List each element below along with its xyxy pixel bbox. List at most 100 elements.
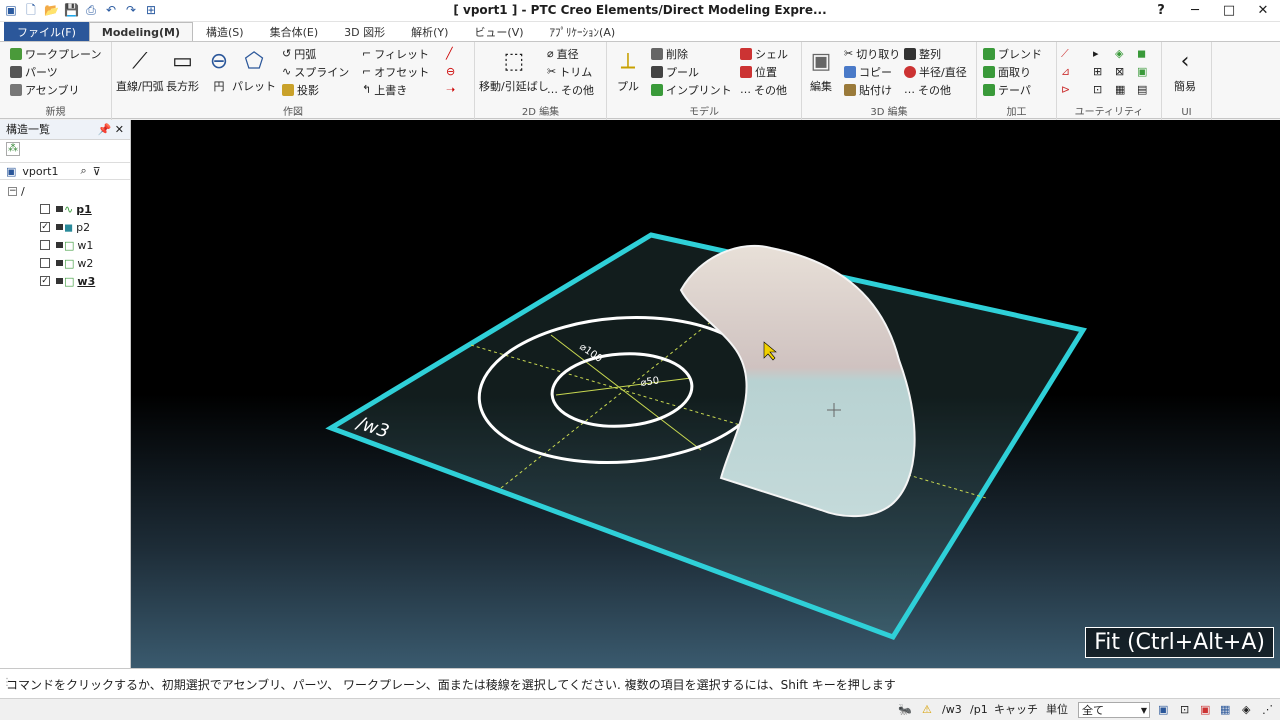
visibility-checkbox[interactable]: ✓ [40,276,50,286]
projection-button[interactable]: 投影 [282,81,319,98]
tree-root[interactable]: − / [8,182,25,200]
3d-viewport[interactable]: ⌀100 ⌀50 /w3 Fit (Ctrl+Alt+A) [131,120,1280,668]
rectangle-icon: ▭ [172,48,193,74]
active-part[interactable]: /p1 [970,702,988,718]
palette-button[interactable]: ⬠ パレット [232,46,276,94]
arc-button[interactable]: ↺ 円弧 [282,45,316,62]
viewport-canvas[interactable]: ⌀100 ⌀50 /w3 [131,120,1280,668]
align-button[interactable]: 整列 [904,45,941,62]
util-grid-button[interactable]: ▦ [1115,81,1125,98]
filter-icon[interactable]: ⊽ [93,165,101,178]
tab-3d-shape[interactable]: 3D 図形 [331,22,398,41]
rectangle-button[interactable]: ▭ 長方形 [166,46,199,94]
record-icon[interactable]: ▣ [1200,702,1210,718]
tab-assembly[interactable]: 集合体(E) [257,22,332,41]
util-mirror-button[interactable]: ⊠ [1115,63,1124,80]
trim-button[interactable]: ✂ トリム [547,63,592,80]
util-point-button[interactable]: ⊳ [1061,81,1070,98]
move-stretch-button[interactable]: ⬚ 移動/引延ばし [479,46,549,94]
expand-icon[interactable]: − [8,186,17,196]
tree-item-p2[interactable]: ✓ ◼ p2 [40,218,90,236]
pool-button[interactable]: プール [651,63,699,80]
util-render-button[interactable]: ◼ [1137,45,1146,62]
overwrite-button[interactable]: ↰ 上書き [362,81,407,98]
tab-view[interactable]: ビュー(V) [461,22,536,41]
imprint-button[interactable]: インプリント [651,81,732,98]
blend-button[interactable]: ブレンド [983,45,1042,62]
util-clear-button[interactable]: ⊡ [1093,81,1102,98]
tree-item-w1[interactable]: □ w1 [40,236,93,254]
active-workplane[interactable]: /w3 [942,702,962,718]
group-title: 加工 [1006,107,1027,118]
tab-analysis[interactable]: 解析(Y) [398,22,461,41]
circle-tool-button[interactable]: ⊖ [446,63,455,80]
tab-modeling[interactable]: Modeling(M) [88,22,194,41]
catch-button[interactable]: キャッチ [994,702,1038,718]
workplane-button[interactable]: ワークプレーン [10,45,101,62]
edit-cube-icon: ▣ [810,48,832,74]
other-2d-button[interactable]: … その他 [547,81,594,98]
position-button[interactable]: 位置 [740,63,777,80]
binoculars-icon[interactable]: ⌕ [80,164,86,178]
radius-diameter-button[interactable]: 半径/直径 [904,63,967,80]
diameter-icon: ⌀ [547,47,554,60]
assembly-icon [10,83,22,96]
close-button[interactable]: ✕ [1246,0,1280,22]
panel-close-icon[interactable]: 📌 ✕ [98,120,124,140]
offset-button[interactable]: ⌐ オフセット [362,63,429,80]
util-shade-button[interactable]: ▣ [1137,63,1147,80]
util-measure-button[interactable]: ⟋ [1061,45,1069,62]
shade-icon: ▣ [1137,65,1148,78]
copy-button[interactable]: コピー [844,63,892,80]
unit-button[interactable]: 単位 [1046,702,1068,718]
simple-button[interactable]: ‹ 簡易 [1170,46,1200,94]
vport-selector[interactable]: ▣ vport1 ⌕ ⊽ [0,162,130,180]
select-filter-dropdown[interactable]: 全て ▼ [1078,702,1150,718]
line-arc-button[interactable]: ⟋ 直線/円弧 [116,46,164,94]
visibility-checkbox[interactable] [40,204,50,214]
delete-button[interactable]: 削除 [651,45,688,62]
util-select-button[interactable]: ▸ [1093,45,1099,62]
offset-icon: ⌐ [362,65,372,78]
visibility-checkbox[interactable]: ✓ [40,222,50,232]
point-tool-button[interactable]: ➝ [446,81,455,98]
paste-button[interactable]: 貼付け [844,81,892,98]
root-icon: / [21,184,25,198]
util-query-button[interactable]: ⊞ [1093,63,1102,80]
util-color-button[interactable]: ◈ [1115,45,1123,62]
fit-icon[interactable]: ⊡ [1180,702,1189,718]
part-button[interactable]: パーツ [10,63,58,80]
spline-button[interactable]: ∿ スプライン [282,63,349,80]
assembly-button[interactable]: アセンブリ [10,81,79,98]
tab-structure[interactable]: 構造(S) [193,22,257,41]
util-table-button[interactable]: ▤ [1137,81,1147,98]
diameter-button[interactable]: ⌀ 直径 [547,45,579,62]
tree-item-w3[interactable]: ✓ □ w3 [40,272,95,290]
minimize-button[interactable]: ─ [1178,0,1212,22]
settings-icon[interactable]: ◈ [1242,702,1250,718]
help-icon[interactable]: ? [1144,0,1178,22]
tree-item-w2[interactable]: □ w2 [40,254,93,272]
pentagon-icon: ⬠ [244,48,264,74]
chamfer-button[interactable]: 面取り [983,63,1031,80]
edit-button[interactable]: ▣ 編集 [806,46,836,94]
maximize-button[interactable]: □ [1212,0,1246,22]
tree-item-p1[interactable]: ∿ p1 [40,200,92,218]
shell-button[interactable]: シェル [740,45,788,62]
visibility-checkbox[interactable] [40,240,50,250]
toggle-icon[interactable]: ▦ [1220,702,1230,718]
circle-button[interactable]: ⊖ 円 [204,46,234,94]
fillet-button[interactable]: ⌐ フィレット [362,45,429,62]
tree-tab-icon[interactable]: ⁂ [6,142,20,156]
util-axis-button[interactable]: ⊿ [1061,63,1070,80]
other-3d-2-button[interactable]: … その他 [904,81,951,98]
tab-file[interactable]: ファイル(F) [4,22,89,41]
other-3d-button[interactable]: … その他 [740,81,787,98]
line-tool-button[interactable]: ╱ [446,45,453,62]
taper-button[interactable]: テーパ [983,81,1031,98]
view-icon[interactable]: ▣ [1158,702,1168,718]
tab-application[interactable]: ｱﾌﾟﾘｹｰｼｮﾝ(A) [537,22,629,41]
visibility-checkbox[interactable] [40,258,50,268]
cut-button[interactable]: ✂ 切り取り [844,45,900,62]
pull-button[interactable]: ⟂ プル [613,46,643,94]
